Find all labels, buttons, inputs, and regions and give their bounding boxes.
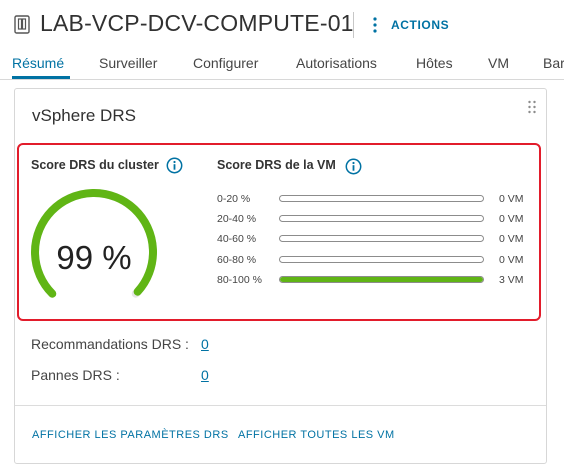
header-divider (353, 12, 354, 38)
active-tab-indicator (12, 76, 70, 79)
score-bar (279, 215, 484, 222)
tab-configure[interactable]: Configurer (193, 55, 258, 71)
vm-score-row: 80-100 % 3 VM (217, 274, 537, 288)
tab-monitor[interactable]: Surveiller (99, 55, 157, 71)
score-bar (279, 235, 484, 242)
tab-hosts[interactable]: Hôtes (416, 55, 453, 71)
vertical-ellipsis-icon[interactable] (370, 16, 380, 34)
range-label: 80-100 % (217, 274, 262, 286)
vm-count: 0 VM (499, 254, 524, 266)
vm-score-row: 20-40 % 0 VM (217, 213, 537, 227)
vsphere-drs-card: vSphere DRS Score DRS du cluster 99 % Sc… (14, 88, 547, 464)
info-icon[interactable] (166, 157, 183, 174)
tab-permissions[interactable]: Autorisations (296, 55, 377, 71)
range-label: 0-20 % (217, 193, 251, 205)
tab-summary[interactable]: Résumé (12, 55, 64, 71)
vm-count: 0 VM (499, 233, 524, 245)
faults-label: Pannes DRS : (31, 367, 120, 383)
cluster-icon (14, 15, 30, 34)
vm-count: 0 VM (499, 213, 524, 225)
tab-truncated[interactable]: Bar (543, 55, 564, 71)
card-footer-divider (15, 405, 546, 406)
cluster-score-value: 99 % (56, 239, 132, 276)
recommendations-label: Recommandations DRS : (31, 336, 189, 352)
recommendations-link[interactable]: 0 (201, 336, 209, 352)
vm-count: 3 VM (499, 274, 524, 286)
range-label: 60-80 % (217, 254, 257, 266)
tab-vms[interactable]: VM (488, 55, 509, 71)
actions-button[interactable]: ACTIONS (391, 18, 449, 32)
score-bar (279, 276, 484, 283)
faults-link[interactable]: 0 (201, 367, 209, 383)
cluster-score-label: Score DRS du cluster (31, 158, 159, 172)
score-bar (279, 256, 484, 263)
page-title: LAB-VCP-DCV-COMPUTE-01 (40, 10, 354, 36)
tab-bar: Résumé Surveiller Configurer Autorisatio… (0, 50, 564, 80)
score-bar (279, 195, 484, 202)
range-label: 40-60 % (217, 233, 257, 245)
range-label: 20-40 % (217, 213, 257, 225)
view-all-vms-link[interactable]: AFFICHER TOUTES LES VM (238, 429, 395, 441)
view-drs-settings-link[interactable]: AFFICHER LES PARAMÈTRES DRS (32, 429, 229, 441)
vm-score-label: Score DRS de la VM (217, 158, 336, 172)
vm-score-row: 60-80 % 0 VM (217, 254, 537, 268)
card-title: vSphere DRS (32, 106, 136, 125)
vm-score-row: 40-60 % 0 VM (217, 233, 537, 247)
vm-score-row: 0-20 % 0 VM (217, 193, 537, 207)
drag-handle-icon[interactable] (527, 100, 537, 114)
vm-count: 0 VM (499, 193, 524, 205)
info-icon[interactable] (345, 158, 362, 175)
object-header: LAB-VCP-DCV-COMPUTE-01 ACTIONS (0, 0, 564, 50)
